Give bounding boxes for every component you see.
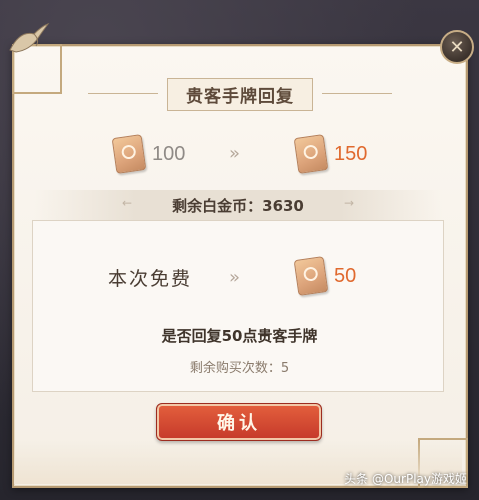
- coin-balance-label: 剩余白金币：3630: [172, 197, 304, 215]
- confirm-button[interactable]: 确认: [156, 403, 322, 441]
- arrow-icon: »: [229, 143, 240, 164]
- cost-label: 本次免费: [108, 268, 193, 290]
- close-button[interactable]: ✕: [440, 30, 474, 64]
- remaining-purchases: 剩余购买次数：5: [189, 361, 290, 376]
- title-divider: [322, 93, 392, 94]
- confirm-label: 确认: [217, 413, 261, 434]
- right-arrow-icon: →: [343, 196, 354, 210]
- title-divider: [88, 93, 158, 94]
- coin-balance-bar: ← 剩余白金币：3630 →: [34, 190, 442, 220]
- crane-bird-icon: [9, 23, 50, 53]
- close-icon: ✕: [449, 36, 465, 58]
- guest-token-icon: [111, 134, 147, 174]
- new-amount: 150: [334, 143, 368, 165]
- gain-amount: 50: [334, 265, 357, 287]
- dialog-title: 贵客手牌回复: [167, 77, 313, 111]
- guest-token-icon: [293, 256, 329, 296]
- dialog-title-banner: 贵客手牌回复: [88, 77, 392, 111]
- confirm-question: 是否回复50点贵客手牌: [161, 327, 318, 345]
- current-amount: 100: [152, 143, 186, 165]
- watermark: 头条 @OurPlay游戏姬: [344, 472, 467, 486]
- guest-token-icon: [293, 134, 329, 174]
- arrow-icon: »: [229, 267, 240, 288]
